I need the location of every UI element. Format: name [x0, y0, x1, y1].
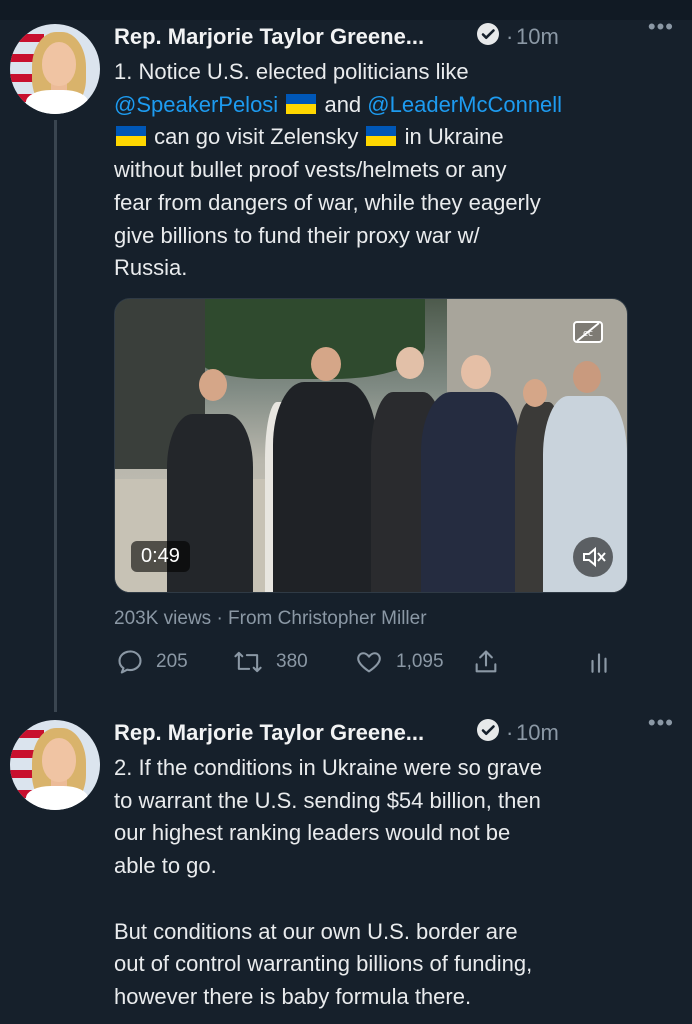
- verified-badge-icon: [477, 719, 499, 741]
- text-line: our highest ranking leaders would not be: [114, 820, 511, 846]
- reply-button[interactable]: 205: [116, 644, 188, 680]
- text-line: @SpeakerPelosi and @LeaderMcConnell: [114, 89, 674, 122]
- tweet-header: Rep. Marjorie Taylor Greene... · 10m •••: [114, 14, 684, 54]
- text-line: But conditions at our own U.S. border ar…: [114, 918, 518, 944]
- tweet-text: 1. Notice U.S. elected politicians like …: [114, 56, 674, 285]
- text-line: Russia.: [114, 255, 188, 281]
- views-attribution: 203K views · From Christopher Miller: [114, 608, 427, 629]
- closed-captions-icon[interactable]: cc: [571, 319, 605, 345]
- text-line: can go visit Zelensky in Ukraine: [114, 121, 674, 154]
- video-player[interactable]: cc 0:49: [114, 298, 628, 593]
- ukraine-flag-icon: [366, 126, 397, 147]
- ukraine-flag-icon: [116, 126, 146, 147]
- like-icon: [357, 652, 381, 673]
- text-line: give billions to fund their proxy war w/: [114, 222, 480, 248]
- retweet-count: 380: [276, 651, 308, 672]
- top-divider: [0, 0, 692, 20]
- ukraine-flag-icon: [286, 93, 317, 114]
- author-name[interactable]: Rep. Marjorie Taylor Greene...: [114, 24, 424, 50]
- share-icon: [475, 650, 497, 673]
- tweet-text: 2. If the conditions in Ukraine were so …: [114, 752, 674, 1014]
- action-bar: 205 380 1,095: [114, 644, 624, 680]
- analytics-button[interactable]: [586, 644, 624, 680]
- like-count: 1,095: [396, 651, 444, 672]
- like-button[interactable]: 1,095: [354, 644, 444, 680]
- more-options-icon[interactable]: •••: [648, 14, 674, 40]
- timestamp[interactable]: 10m: [516, 24, 559, 50]
- avatar[interactable]: [10, 720, 100, 810]
- video-duration: 0:49: [131, 541, 190, 572]
- avatar[interactable]: [10, 24, 100, 114]
- reply-icon: [118, 650, 142, 674]
- mention-link[interactable]: @LeaderMcConnell: [367, 92, 562, 117]
- video-frame-person: [421, 392, 521, 592]
- timestamp[interactable]: 10m: [516, 720, 559, 746]
- share-button[interactable]: [472, 644, 512, 680]
- mention-link[interactable]: @SpeakerPelosi: [114, 92, 278, 117]
- text-line: able to go.: [114, 853, 217, 879]
- tweet-2[interactable]: Rep. Marjorie Taylor Greene... · 10m •••…: [0, 710, 692, 1024]
- separator: ·: [506, 24, 514, 49]
- text-line: 2. If the conditions in Ukraine were so …: [114, 755, 543, 780]
- author-name[interactable]: Rep. Marjorie Taylor Greene...: [114, 720, 424, 746]
- text-line: however there is baby formula there.: [114, 983, 472, 1009]
- text-fragment: in Ukraine: [404, 124, 504, 150]
- text-fragment: can go visit Zelensky: [154, 124, 359, 150]
- text-line: to warrant the U.S. sending $54 billion,…: [114, 787, 541, 813]
- text-line: fear from dangers of war, while they eag…: [114, 189, 541, 215]
- separator: ·: [506, 720, 514, 745]
- text-line: 1. Notice U.S. elected politicians like: [114, 59, 469, 84]
- verified-badge-icon: [477, 23, 499, 45]
- video-frame-person: [273, 382, 377, 592]
- text-fragment: and: [324, 91, 362, 117]
- more-options-icon[interactable]: •••: [648, 710, 674, 736]
- analytics-icon: [591, 653, 607, 673]
- text-line: without bullet proof vests/helmets or an…: [114, 157, 507, 183]
- retweet-icon: [234, 651, 262, 673]
- retweet-button[interactable]: 380: [232, 644, 308, 680]
- reply-count: 205: [156, 651, 188, 672]
- mute-icon[interactable]: [573, 537, 613, 577]
- text-line: out of control warranting billions of fu…: [114, 951, 533, 977]
- tweet-header: Rep. Marjorie Taylor Greene... · 10m •••: [114, 710, 684, 750]
